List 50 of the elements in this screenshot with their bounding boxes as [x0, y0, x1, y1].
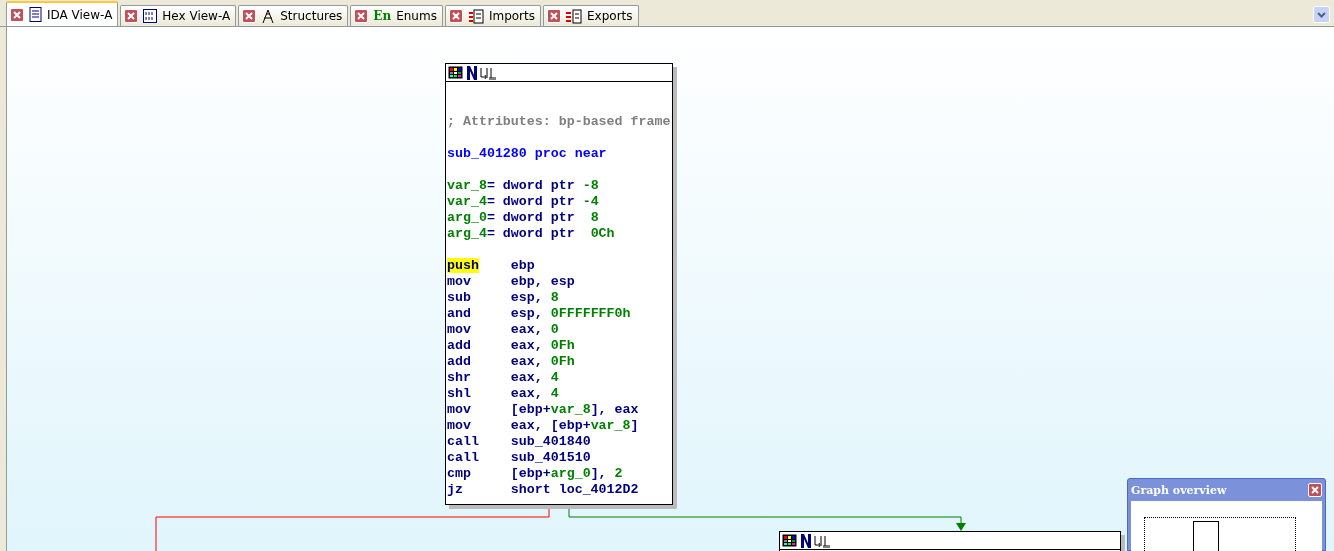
code-line: mov [ebp+var_8], eax	[447, 402, 640, 418]
code-line: sub_401280 proc near	[447, 146, 608, 162]
close-tab-icon[interactable]	[448, 9, 463, 23]
dropdown-button[interactable]	[1313, 6, 1330, 23]
code-line: var_8= dword ptr -8	[447, 178, 600, 194]
code-line: arg_0= dword ptr 8	[447, 210, 600, 226]
code-line: ; Attributes: bp-based frame	[447, 114, 672, 130]
code-line: jz short loc_4012D2	[447, 482, 640, 498]
code-line: mov ebp, esp	[447, 274, 576, 290]
structure-icon	[261, 8, 276, 24]
tab[interactable]: Hex View-A	[120, 5, 237, 26]
code-line: shl eax, 4	[447, 386, 560, 402]
code-line: arg_4= dword ptr 0Ch	[447, 226, 616, 242]
tab[interactable]: En Enums	[350, 5, 443, 26]
letter-n-icon[interactable]	[800, 533, 811, 548]
binary-document-icon	[143, 9, 158, 23]
document-icon	[29, 7, 42, 22]
code-line: and esp, 0FFFFFFF0h	[447, 306, 632, 322]
close-tab-icon[interactable]	[242, 9, 257, 23]
code-line: mov eax, [ebp+var_8]	[447, 418, 640, 434]
code-line: sub esp, 8	[447, 290, 560, 306]
code-line: add eax, 0Fh	[447, 354, 576, 370]
import-icon	[467, 8, 484, 24]
window-title: Graph overview	[1131, 483, 1227, 497]
tab[interactable]: Structures	[238, 5, 349, 26]
color-palette-icon[interactable]	[782, 534, 797, 547]
tab[interactable]: Exports	[543, 5, 639, 26]
tab[interactable]: IDA View-A	[6, 1, 119, 26]
code-line: push ebp	[447, 258, 536, 274]
code-line: shr eax, 4	[447, 370, 560, 386]
code-line: add eax, 0Fh	[447, 338, 576, 354]
chevron-down-icon	[1317, 11, 1326, 18]
color-palette-icon[interactable]	[448, 66, 463, 79]
overview-node	[1193, 521, 1219, 551]
letter-n-icon[interactable]	[466, 65, 477, 80]
close-tab-icon[interactable]	[124, 9, 139, 23]
export-icon	[566, 8, 582, 24]
tab[interactable]: Imports	[444, 5, 541, 26]
enums-label: En	[373, 9, 392, 23]
close-tab-icon[interactable]	[1308, 483, 1322, 497]
code-line: var_4= dword ptr -4	[447, 194, 600, 210]
close-tab-icon[interactable]	[354, 9, 369, 23]
code-line: cmp [ebp+arg_0], 2	[447, 466, 624, 482]
close-tab-icon[interactable]	[547, 9, 561, 23]
graph-layout-icon[interactable]	[814, 533, 830, 548]
code-line: mov eax, 0	[447, 322, 560, 338]
graph-layout-icon[interactable]	[480, 65, 496, 80]
close-tab-icon[interactable]	[10, 7, 24, 22]
code-line: call sub_401840	[447, 434, 592, 450]
code-line: call sub_401510	[447, 450, 592, 466]
